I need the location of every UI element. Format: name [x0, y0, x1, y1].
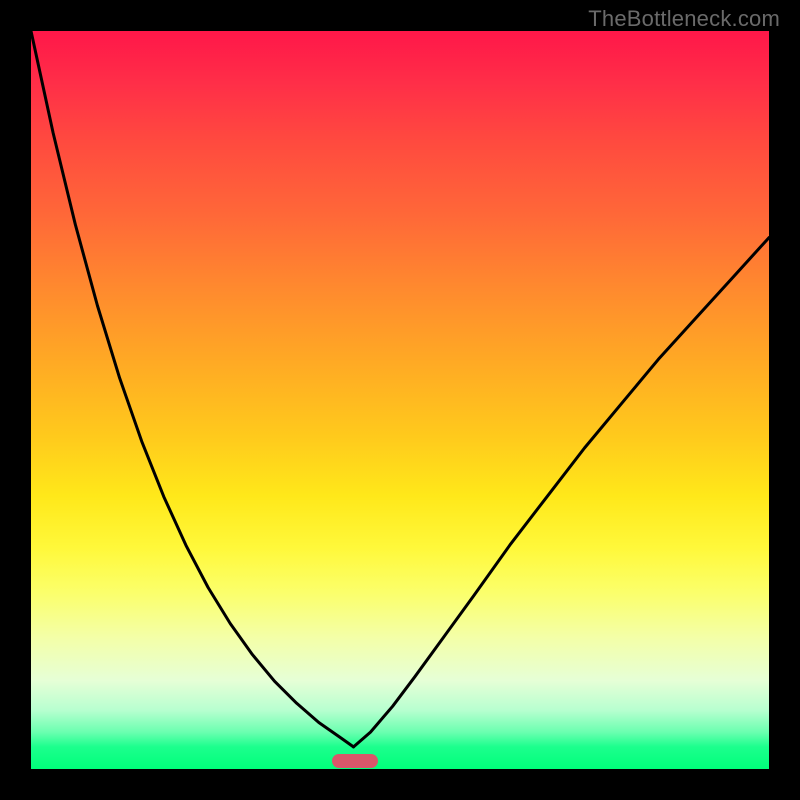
watermark-text: TheBottleneck.com — [588, 6, 780, 32]
curve-layer — [31, 31, 769, 769]
curve-left — [31, 31, 354, 747]
chart-frame: TheBottleneck.com — [0, 0, 800, 800]
plot-area — [31, 31, 769, 769]
curve-right — [354, 238, 770, 747]
min-marker — [332, 754, 378, 768]
